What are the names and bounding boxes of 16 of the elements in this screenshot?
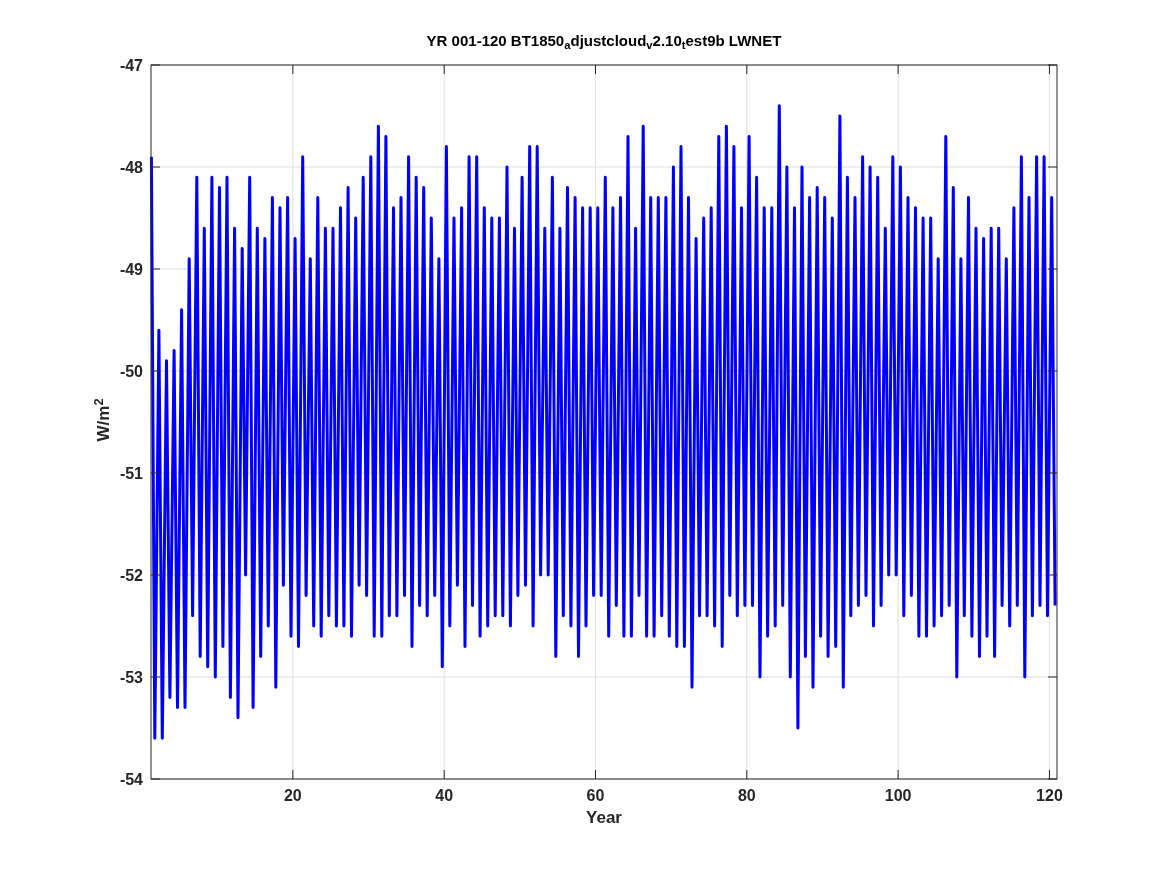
x-tick-label: 20 (283, 787, 302, 804)
y-tick-label: -52 (119, 567, 143, 584)
x-tick-label: 60 (586, 787, 605, 804)
y-tick-label: -48 (119, 159, 143, 176)
x-tick-label: 40 (435, 787, 454, 804)
x-tick-label: 80 (737, 787, 756, 804)
y-tick-label: -54 (119, 771, 143, 788)
x-axis-label: Year (585, 807, 623, 829)
y-tick-label: -50 (119, 363, 143, 380)
y-tick-label: -47 (119, 57, 143, 74)
y-tick-label: -53 (119, 669, 143, 686)
x-tick-label: 100 (884, 787, 912, 804)
chart-title: YR 001-120 BT1850$_{a}$djustcloud$_{v}$2.10$_{t}$est9b LWNET (425, 31, 783, 53)
y-tick-label: -51 (119, 465, 143, 482)
x-tick-label: 120 (1036, 787, 1063, 804)
y-tick-label: -49 (119, 261, 143, 278)
